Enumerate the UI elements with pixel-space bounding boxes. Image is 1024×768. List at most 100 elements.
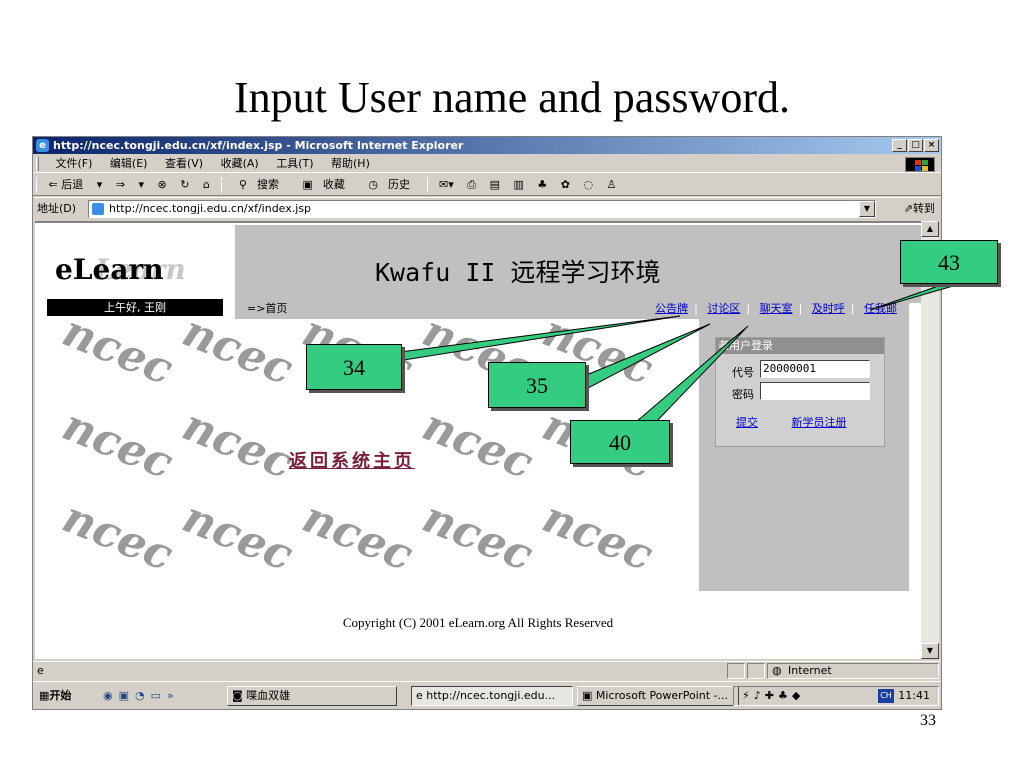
scroll-down-icon[interactable]: ▼: [921, 643, 939, 659]
slide-number: 33: [920, 712, 936, 729]
callout-34: 34: [306, 344, 402, 390]
powerpoint-icon: ▣: [582, 689, 596, 702]
outlook-icon[interactable]: ◔: [135, 689, 151, 702]
windows-start-icon: ▦: [39, 689, 50, 702]
maximize-button[interactable]: □: [908, 139, 923, 152]
user-id-row: 代号: [732, 364, 760, 380]
menu-view[interactable]: 查看(V): [158, 155, 210, 173]
tool-icon[interactable]: ✿: [556, 174, 575, 196]
scroll-up-icon[interactable]: ▲: [921, 221, 939, 237]
stop-icon[interactable]: ⊗: [153, 174, 172, 196]
toolbar-separator: [426, 177, 428, 193]
minimize-button[interactable]: _: [892, 139, 907, 152]
copyright: Copyright (C) 2001 eLearn.org All Rights…: [342, 615, 614, 630]
game-icon: ◙: [232, 689, 247, 702]
user-id-input[interactable]: 20000001: [760, 360, 870, 378]
header-panel: Kwafu II 远程学习环境: [235, 225, 921, 303]
window-titlebar[interactable]: e http://ncec.tongji.edu.cn/xf/index.jsp…: [33, 137, 941, 154]
watermark-text: ncec: [175, 319, 300, 396]
task-powerpoint[interactable]: ▣ Microsoft PowerPoint -...: [577, 686, 739, 706]
address-label: 地址(D): [37, 202, 77, 215]
go-icon: ⇗: [903, 202, 913, 215]
watermark-text: ncec: [535, 491, 660, 582]
register-link[interactable]: 新学员注册: [792, 416, 847, 429]
nav-instant-call-link[interactable]: 及时呼: [806, 302, 851, 315]
nav-bar: =>首页 公告牌 | 讨论区 | 聊天室 | 及时呼 | 任我邮: [235, 299, 909, 319]
forward-button[interactable]: ⇒: [111, 174, 130, 196]
globe-icon: ◍: [772, 664, 782, 677]
watermark-text: ncec: [415, 399, 540, 490]
watermark-text: ncec: [175, 491, 300, 582]
print-icon[interactable]: ⎙: [462, 174, 481, 196]
password-label: 密码: [732, 388, 754, 401]
history-button[interactable]: ◷ 历史: [358, 174, 420, 196]
menu-favorites[interactable]: 收藏(A): [214, 155, 266, 173]
more-icon[interactable]: »: [167, 689, 180, 702]
forward-dropdown-icon[interactable]: ▾: [133, 174, 149, 196]
zone-label: Internet: [788, 664, 832, 677]
window-title: http://ncec.tongji.edu.cn/xf/index.jsp -…: [53, 139, 464, 152]
submit-link[interactable]: 提交: [736, 416, 758, 429]
address-input[interactable]: http://ncec.tongji.edu.cn/xf/index.jsp ▼: [88, 200, 876, 218]
menu-tools[interactable]: 工具(T): [269, 155, 320, 173]
messenger-icon[interactable]: ♣: [532, 174, 552, 196]
nav-forum-link[interactable]: 讨论区: [701, 302, 746, 315]
callout-43: 43: [900, 240, 998, 284]
nav-mail-link[interactable]: 任我邮: [858, 302, 903, 315]
address-url: http://ncec.tongji.edu.cn/xf/index.jsp: [109, 202, 312, 215]
ie-icon: e: [36, 139, 49, 152]
watermark-text: ncec: [415, 491, 540, 582]
watermark-text: ncec: [175, 399, 300, 490]
menu-edit[interactable]: 编辑(E): [103, 155, 155, 173]
breadcrumb: =>首页: [247, 302, 288, 315]
refresh-icon[interactable]: ↻: [175, 174, 194, 196]
nav-bulletin-link[interactable]: 公告牌: [649, 302, 694, 315]
clock: 11:41: [898, 689, 930, 702]
close-button[interactable]: ×: [924, 139, 939, 152]
history-icon: ◷: [368, 178, 378, 191]
menu-help[interactable]: 帮助(H): [324, 155, 377, 173]
chat-icon[interactable]: ◌: [578, 174, 598, 196]
watermark-text: ncec: [55, 491, 180, 582]
toolbar-grip: [36, 177, 37, 193]
user-id-label: 代号: [732, 366, 754, 379]
standard-toolbar: ⇐ 后退 ▾ ⇒ ▾ ⊗ ↻ ⌂ ⚲ 搜索 ▣ 收藏 ◷ 历史 ✉▾ ⎙ ▤ ▥ ♣ …: [33, 174, 941, 196]
mail-icon[interactable]: ✉▾: [434, 174, 459, 196]
ie-task-icon: e: [416, 689, 427, 702]
favorites-button[interactable]: ▣ 收藏: [292, 174, 354, 196]
go-button[interactable]: ⇗转到: [904, 198, 935, 220]
search-button[interactable]: ⚲ 搜索: [229, 174, 289, 196]
status-cell: [747, 663, 765, 679]
toolbar-separator: [221, 177, 223, 193]
start-button[interactable]: ▦开始: [35, 686, 91, 706]
menu-file[interactable]: 文件(F): [49, 155, 100, 173]
desktop-icon[interactable]: ▣: [119, 689, 135, 702]
menu-grip: [36, 157, 39, 171]
site-title: Kwafu II 远程学习环境: [375, 258, 661, 287]
users-icon[interactable]: ♙: [602, 174, 622, 196]
elearn-logo: eLearn: [55, 253, 164, 286]
ie-quicklaunch-icon[interactable]: ◉: [103, 689, 119, 702]
task-browser[interactable]: e http://ncec.tongji.edu...: [411, 686, 573, 706]
security-zone: ◍ Internet: [767, 663, 939, 679]
password-input[interactable]: [760, 382, 870, 400]
windows-logo-icon: [905, 157, 935, 172]
back-button[interactable]: ⇐ 后退: [44, 174, 89, 196]
page-status-icon: e: [37, 664, 44, 677]
status-cell: [727, 663, 745, 679]
edit-icon[interactable]: ▤: [485, 174, 505, 196]
page-viewport: Kwafu II 远程学习环境 Learn eLearn 上午好, 王刚 =>首…: [35, 221, 921, 659]
return-home-link[interactable]: 返回系统主页: [289, 447, 415, 473]
vertical-scrollbar[interactable]: ▲ ▼: [921, 221, 939, 659]
media-icon[interactable]: ▭: [151, 689, 167, 702]
ime-indicator[interactable]: CH: [878, 689, 894, 703]
home-icon[interactable]: ⌂: [198, 174, 215, 196]
tray-icons[interactable]: ⚡♪✚♣◆: [742, 687, 804, 705]
watermark-text: ncec: [295, 491, 420, 582]
nav-chatroom-link[interactable]: 聊天室: [754, 302, 799, 315]
discuss-icon[interactable]: ▥: [508, 174, 528, 196]
task-game[interactable]: ◙ 喋血双雄: [227, 686, 397, 706]
back-dropdown-icon[interactable]: ▾: [92, 174, 108, 196]
quick-launch: ◉▣◔▭»: [103, 686, 180, 706]
address-dropdown-icon[interactable]: ▼: [859, 201, 875, 217]
